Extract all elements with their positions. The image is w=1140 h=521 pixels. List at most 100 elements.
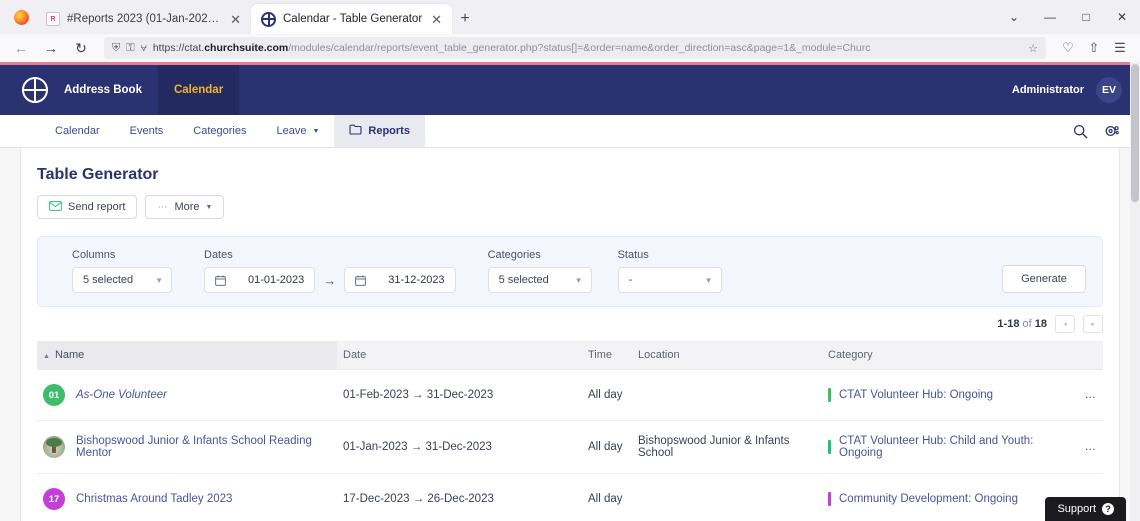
tracking-protection-icon[interactable]: ⩝ — [141, 42, 147, 55]
search-icon[interactable] — [1073, 124, 1088, 139]
cell-time: All day — [582, 420, 632, 474]
calendar-icon — [215, 274, 226, 286]
tab-title: Calendar - Table Generator — [283, 13, 423, 25]
category-link[interactable]: CTAT Volunteer Hub: Ongoing — [839, 389, 993, 401]
column-header-label: Time — [588, 349, 613, 361]
subnav-item-leave[interactable]: Leave ▼ — [261, 115, 334, 147]
categories-select[interactable]: 5 selected ▼ — [487, 267, 592, 293]
cell-date: 17-Dec-2023 → 26-Dec-2023 — [337, 473, 582, 521]
column-header-name[interactable]: ▲ Name — [37, 341, 337, 370]
shield-icon[interactable]: ⛨ — [112, 42, 120, 55]
subnav-item-calendar[interactable]: Calendar — [40, 115, 115, 147]
browser-tab-reports[interactable]: R #Reports 2023 (01-Jan-2023) - C ✕ — [36, 4, 251, 34]
account-icon[interactable]: ⇧ — [1082, 36, 1106, 60]
table-header-row: ▲ Name Date Time Location Category — [37, 341, 1103, 370]
cell-time: All day — [582, 473, 632, 521]
page-scrollbar[interactable] — [1130, 62, 1140, 521]
column-header-time[interactable]: Time — [582, 341, 632, 370]
cell-category: CTAT Volunteer Hub: Child and Youth: Ong… — [822, 420, 1063, 474]
filter-panel: Columns 5 selected ▼ Dates 01-01-2023 → … — [37, 236, 1103, 307]
list-all-tabs-icon[interactable]: ⌄ — [996, 0, 1032, 34]
minimize-icon[interactable]: — — [1032, 0, 1068, 34]
column-header-date[interactable]: Date — [337, 341, 582, 370]
browser-tab-calendar-table-generator[interactable]: Calendar - Table Generator ✕ — [251, 4, 453, 34]
pagination-next-button[interactable]: ▸ — [1083, 315, 1103, 333]
churchsuite-wheel-logo-icon[interactable] — [22, 77, 48, 103]
content-wrapper: Table Generator Send report ⋯ More ▼ Col… — [0, 148, 1140, 521]
support-button[interactable]: Support ? — [1045, 497, 1126, 521]
table-row[interactable]: 01 As-One Volunteer 01-Feb-2023 → 31-Dec… — [37, 369, 1103, 421]
subnav-item-events[interactable]: Events — [115, 115, 179, 147]
column-header-label: Date — [343, 349, 367, 361]
pagination-prev-button[interactable]: ◂ — [1055, 315, 1075, 333]
column-header-location[interactable]: Location — [632, 341, 822, 370]
reload-icon[interactable]: ↻ — [68, 36, 94, 60]
subnav-item-reports[interactable]: Reports — [334, 115, 425, 147]
results-table: ▲ Name Date Time Location Category 01 As… — [37, 341, 1103, 521]
pagination: 1-18 of 18 ◂ ▸ — [37, 307, 1103, 341]
table-row[interactable]: Bishopswood Junior & Infants School Read… — [37, 420, 1103, 474]
cell-location: Bishopswood Junior & Infants School — [632, 420, 822, 474]
table-header: ▲ Name Date Time Location Category — [37, 341, 1103, 370]
close-window-icon[interactable]: ✕ — [1104, 0, 1140, 34]
date-from-input[interactable]: 01-01-2023 — [204, 267, 316, 293]
cell-location — [632, 473, 822, 521]
filter-categories-label: Categories — [487, 249, 541, 261]
more-button[interactable]: ⋯ More ▼ — [145, 195, 225, 219]
lock-icon[interactable]: ⚿ — [126, 42, 134, 55]
url-text: https://ctat.churchsuite.com/modules/cal… — [153, 42, 1022, 54]
category-link[interactable]: Community Development: Ongoing — [839, 493, 1018, 505]
forward-icon[interactable]: → — [38, 36, 64, 60]
status-select[interactable]: - ▼ — [617, 267, 722, 293]
pocket-icon[interactable]: ♡ — [1056, 36, 1080, 60]
page-action-buttons: Send report ⋯ More ▼ — [37, 195, 1103, 219]
url-path: /modules/calendar/reports/event_table_ge… — [288, 42, 871, 54]
avatar[interactable]: EV — [1096, 77, 1122, 103]
row-actions-menu[interactable]: … — [1063, 420, 1103, 474]
chevron-down-icon: ▼ — [574, 275, 583, 285]
gear-icon[interactable] — [1104, 124, 1120, 139]
churchsuite-favicon-icon — [261, 11, 276, 27]
event-badge: 01 — [43, 384, 65, 406]
subnav-item-label: Reports — [368, 125, 410, 137]
filter-categories: Categories 5 selected ▼ — [487, 249, 592, 293]
app-menu-icon[interactable]: ☰ — [1108, 36, 1132, 60]
category-color-bar — [828, 388, 831, 402]
column-header-label: Location — [638, 349, 680, 361]
event-name-link[interactable]: As-One Volunteer — [76, 389, 167, 401]
event-name-link[interactable]: Bishopswood Junior & Infants School Read… — [76, 435, 331, 459]
date-to-input[interactable]: 31-12-2023 — [344, 267, 456, 293]
pagination-summary: 1-18 of 18 — [997, 318, 1047, 330]
browser-toolbar: ← → ↻ ⛨ ⚿ ⩝ https://ctat.churchsuite.com… — [0, 34, 1140, 62]
date-range: 01-01-2023 → 31-12-2023 — [204, 267, 456, 293]
row-actions-menu[interactable]: … — [1063, 369, 1103, 421]
filter-status: Status - ▼ — [617, 249, 722, 293]
user-label: Administrator — [1011, 84, 1084, 96]
cell-date: 01-Feb-2023 → 31-Dec-2023 — [337, 369, 582, 421]
topnav-item-address-book[interactable]: Address Book — [48, 65, 158, 115]
maximize-icon[interactable]: □ — [1068, 0, 1104, 34]
back-icon[interactable]: ← — [8, 36, 34, 60]
send-report-button[interactable]: Send report — [37, 195, 138, 219]
url-protocol: https://ctat. — [152, 42, 205, 54]
send-report-label: Send report — [68, 201, 126, 213]
category-link[interactable]: CTAT Volunteer Hub: Child and Youth: Ong… — [839, 435, 1057, 459]
scrollbar-thumb[interactable] — [1131, 64, 1139, 202]
address-bar[interactable]: ⛨ ⚿ ⩝ https://ctat.churchsuite.com/modul… — [104, 37, 1046, 59]
pagination-of: of — [1019, 318, 1035, 330]
column-header-category[interactable]: Category — [822, 341, 1063, 370]
subnav-item-categories[interactable]: Categories — [178, 115, 261, 147]
close-icon[interactable]: ✕ — [228, 13, 243, 26]
new-tab-button[interactable]: + — [452, 4, 478, 34]
topnav-item-calendar[interactable]: Calendar — [157, 65, 240, 115]
ellipsis-icon: ⋯ — [157, 201, 169, 213]
bookmark-star-icon[interactable]: ☆ — [1028, 42, 1038, 55]
close-icon[interactable]: ✕ — [429, 13, 444, 26]
generate-button[interactable]: Generate — [1002, 265, 1086, 293]
reports-favicon-icon: R — [46, 12, 60, 26]
table-row[interactable]: 17 Christmas Around Tadley 2023 17-Dec-2… — [37, 473, 1103, 521]
subnav-item-label: Leave — [276, 125, 307, 137]
event-name-link[interactable]: Christmas Around Tadley 2023 — [76, 493, 232, 505]
column-header-actions — [1063, 341, 1103, 370]
columns-select[interactable]: 5 selected ▼ — [72, 267, 172, 293]
